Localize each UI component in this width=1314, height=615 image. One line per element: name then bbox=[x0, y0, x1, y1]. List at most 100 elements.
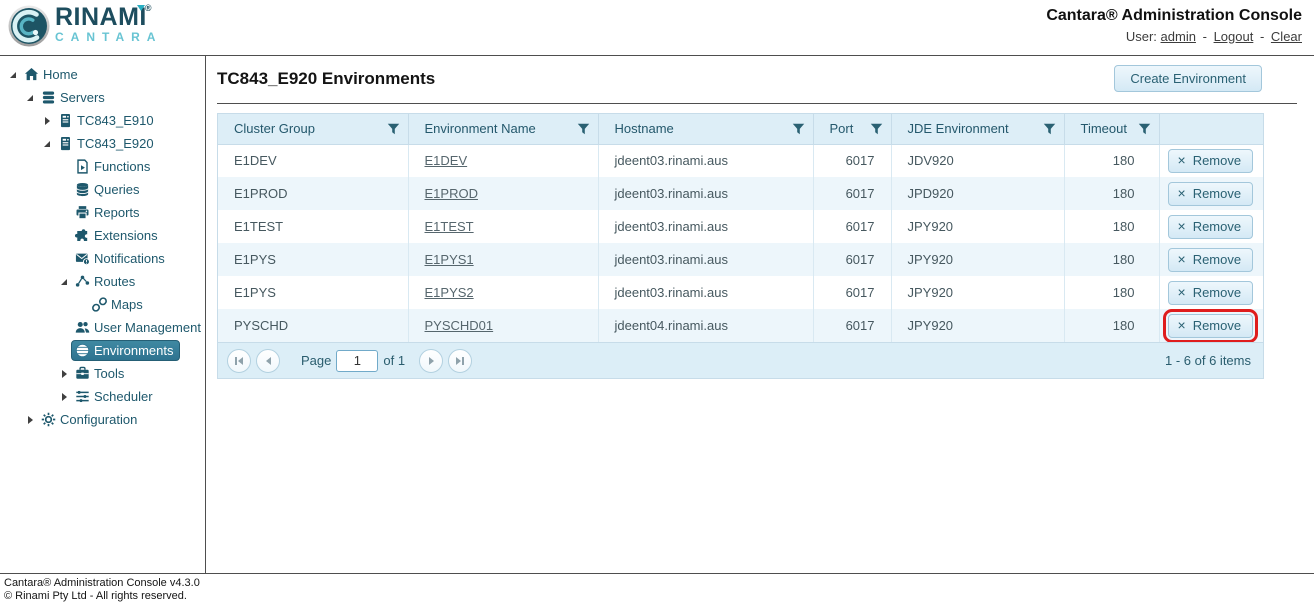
create-environment-button[interactable]: Create Environment bbox=[1114, 65, 1262, 92]
jde-environment-cell: JPY920 bbox=[891, 276, 1064, 309]
sidebar-item-maps[interactable]: Maps bbox=[0, 293, 205, 316]
footer-version: Cantara® Administration Console v4.3.0 bbox=[4, 577, 1314, 590]
environment-name-link[interactable]: E1DEV bbox=[425, 153, 468, 168]
remove-button[interactable]: ×Remove bbox=[1168, 248, 1254, 272]
column-header-hostname[interactable]: Hostname bbox=[598, 114, 813, 144]
timeout-cell: 180 bbox=[1064, 177, 1159, 210]
cluster-group-cell: E1PYS bbox=[218, 243, 408, 276]
sidebar-item-label: Notifications bbox=[94, 251, 165, 266]
logo-triangle-icon bbox=[137, 5, 145, 11]
sidebar-item-notifications[interactable]: Notifications bbox=[0, 247, 205, 270]
main-content: TC843_E920 Environments Create Environme… bbox=[206, 56, 1314, 573]
column-header-environment-name[interactable]: Environment Name bbox=[408, 114, 598, 144]
filter-icon[interactable] bbox=[387, 123, 400, 135]
environment-name-cell: E1TEST bbox=[408, 210, 598, 243]
close-icon: × bbox=[1178, 154, 1186, 166]
logo-sub-text: CANTARA bbox=[55, 31, 162, 43]
tree-expand-arrow-icon[interactable] bbox=[23, 416, 37, 424]
timeout-cell: 180 bbox=[1064, 309, 1159, 342]
sidebar-item-tools[interactable]: Tools bbox=[0, 362, 205, 385]
pager-first-button[interactable] bbox=[227, 349, 251, 373]
rinami-cantara-logo[interactable]: RINAMI® CANTARA bbox=[8, 5, 162, 55]
environment-name-link[interactable]: E1PROD bbox=[425, 186, 478, 201]
sidebar-item-label: Reports bbox=[94, 205, 140, 220]
remove-button[interactable]: × Remove bbox=[1168, 215, 1254, 239]
remove-button[interactable]: ×Remove bbox=[1168, 182, 1254, 206]
column-header-label: Timeout bbox=[1081, 121, 1127, 136]
sidebar-item-functions[interactable]: Functions bbox=[0, 155, 205, 178]
pager-prev-button[interactable] bbox=[256, 349, 280, 373]
sidebar-item-routes[interactable]: Routes bbox=[0, 270, 205, 293]
page-footer: Cantara® Administration Console v4.3.0 ©… bbox=[0, 573, 1314, 615]
top-header: RINAMI® CANTARA Cantara® Administration … bbox=[0, 0, 1314, 56]
remove-cell: ×Remove bbox=[1159, 276, 1263, 309]
prev-page-icon bbox=[266, 357, 271, 365]
column-header-jde-environment[interactable]: JDE Environment bbox=[891, 114, 1064, 144]
remove-cell: ×Remove bbox=[1159, 177, 1263, 210]
pager-last-button[interactable] bbox=[448, 349, 472, 373]
environment-name-cell: E1PYS2 bbox=[408, 276, 598, 309]
column-header-cluster-group[interactable]: Cluster Group bbox=[218, 114, 408, 144]
sidebar-item-tc843-e920[interactable]: TC843_E920 bbox=[0, 132, 205, 155]
close-icon: × bbox=[1178, 319, 1186, 331]
environment-name-link[interactable]: E1PYS2 bbox=[425, 285, 474, 300]
sidebar-item-label: User Management bbox=[94, 320, 201, 335]
sidebar-item-label: TC843_E920 bbox=[77, 136, 154, 151]
link-icon bbox=[92, 297, 107, 312]
remove-button-highlighted[interactable]: ×Remove bbox=[1168, 314, 1254, 338]
sidebar-item-configuration[interactable]: Configuration bbox=[0, 408, 205, 431]
page-of-label: of 1 bbox=[383, 353, 405, 368]
sidebar-item-queries[interactable]: Queries bbox=[0, 178, 205, 201]
column-header-timeout[interactable]: Timeout bbox=[1064, 114, 1159, 144]
remove-button[interactable]: ×Remove bbox=[1168, 149, 1254, 173]
sidebar-item-label: Extensions bbox=[94, 228, 158, 243]
close-icon: × bbox=[1178, 253, 1186, 265]
cluster-group-cell: E1PYS bbox=[218, 276, 408, 309]
footer-copyright: © Rinami Pty Ltd - All rights reserved. bbox=[4, 590, 1314, 603]
sidebar-item-label: Maps bbox=[111, 297, 143, 312]
database-icon bbox=[75, 182, 90, 197]
port-cell: 6017 bbox=[813, 177, 891, 210]
tree-expand-arrow-icon[interactable] bbox=[57, 393, 71, 401]
remove-button-label: Remove bbox=[1193, 219, 1241, 234]
close-icon: × bbox=[1178, 220, 1186, 232]
pager-page-input[interactable] bbox=[336, 350, 378, 372]
filter-icon[interactable] bbox=[792, 123, 805, 135]
pager-next-button[interactable] bbox=[419, 349, 443, 373]
sidebar-item-extensions[interactable]: Extensions bbox=[0, 224, 205, 247]
sidebar-item-home[interactable]: Home bbox=[0, 63, 205, 86]
logout-link[interactable]: Logout bbox=[1214, 29, 1254, 44]
column-header-port[interactable]: Port bbox=[813, 114, 891, 144]
sidebar-item-tc843-e910[interactable]: TC843_E910 bbox=[0, 109, 205, 132]
sidebar-item-servers[interactable]: Servers bbox=[0, 86, 205, 109]
remove-button-label: Remove bbox=[1193, 285, 1241, 300]
tree-expand-arrow-icon[interactable] bbox=[40, 117, 54, 125]
timeout-cell: 180 bbox=[1064, 276, 1159, 309]
timeout-cell: 180 bbox=[1064, 144, 1159, 177]
server-icon bbox=[58, 113, 73, 128]
tree-collapse-arrow-icon[interactable] bbox=[57, 279, 71, 285]
sidebar-item-environments[interactable]: Environments bbox=[0, 339, 205, 362]
filter-icon[interactable] bbox=[870, 123, 883, 135]
sidebar-item-scheduler[interactable]: Scheduler bbox=[0, 385, 205, 408]
users-icon bbox=[75, 320, 90, 335]
tree-collapse-arrow-icon[interactable] bbox=[40, 141, 54, 147]
sidebar-item-reports[interactable]: Reports bbox=[0, 201, 205, 224]
environment-name-link[interactable]: PYSCHD01 bbox=[425, 318, 494, 333]
clear-link[interactable]: Clear bbox=[1271, 29, 1302, 44]
filter-icon[interactable] bbox=[577, 123, 590, 135]
user-admin-link[interactable]: admin bbox=[1161, 29, 1196, 44]
tree-collapse-arrow-icon[interactable] bbox=[23, 95, 37, 101]
sidebar-item-user-management[interactable]: User Management bbox=[0, 316, 205, 339]
cluster-group-cell: E1TEST bbox=[218, 210, 408, 243]
remove-button[interactable]: ×Remove bbox=[1168, 281, 1254, 305]
gear-icon bbox=[41, 412, 56, 427]
filter-icon[interactable] bbox=[1138, 123, 1151, 135]
puzzle-icon bbox=[75, 228, 90, 243]
table-row: E1PYSE1PYS1jdeent03.rinami.aus6017JPY920… bbox=[218, 243, 1263, 276]
environment-name-link[interactable]: E1PYS1 bbox=[425, 252, 474, 267]
environment-name-link[interactable]: E1TEST bbox=[425, 219, 474, 234]
tree-collapse-arrow-icon[interactable] bbox=[6, 72, 20, 78]
tree-expand-arrow-icon[interactable] bbox=[57, 370, 71, 378]
filter-icon[interactable] bbox=[1043, 123, 1056, 135]
